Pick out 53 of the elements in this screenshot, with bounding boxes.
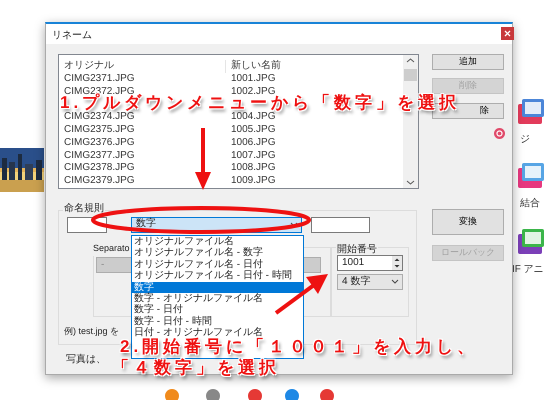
- action-button[interactable]: 変換: [432, 209, 504, 235]
- table-cell-text: CIMG2378.JPG: [63, 162, 136, 176]
- app-icon: [320, 386, 334, 400]
- side-button[interactable]: 追加: [432, 54, 504, 70]
- note-text: 写真は、: [66, 352, 106, 367]
- annotation-text: 「４数字」を選択: [112, 359, 280, 377]
- icon-label: IF アニ: [512, 263, 544, 277]
- app-icon: [248, 386, 262, 400]
- start-number-field[interactable]: 1001: [337, 255, 403, 271]
- group-label: 命名規則: [63, 201, 105, 216]
- table-cell-text: CIMG2377.JPG: [63, 150, 136, 162]
- close-icon[interactable]: [501, 27, 514, 40]
- icon-label: ジ: [520, 133, 530, 147]
- app-icon: [516, 160, 546, 190]
- table-cell-text: 1001.JPG: [230, 72, 276, 86]
- dropdown-option[interactable]: 数字: [132, 282, 303, 293]
- dropdown-option[interactable]: オリジナルファイル名 - 日付 - 時間: [132, 270, 303, 282]
- table-cell-text: 1007.JPG: [230, 150, 276, 162]
- example-text: 例) test.jpg を: [64, 325, 120, 338]
- table-cell-text: CIMG2374.JPG: [63, 111, 136, 124]
- table-cell-text: CIMG2371.JPG: [63, 72, 136, 86]
- group-label: Separato: [92, 242, 131, 256]
- app-icon: [165, 386, 179, 400]
- icon-label: 結合: [520, 197, 540, 211]
- app-icon: [285, 386, 299, 400]
- digits-dropdown[interactable]: 4 数字: [337, 274, 403, 290]
- app-icon: [516, 96, 546, 126]
- caret-icon: [391, 279, 399, 285]
- help-icon[interactable]: [494, 128, 505, 139]
- spinner-icon[interactable]: [392, 256, 402, 270]
- app-icon: [516, 226, 546, 256]
- table-cell-text: 1009.JPG: [230, 175, 276, 188]
- table-cell-text: 1006.JPG: [230, 136, 276, 150]
- dropdown-option[interactable]: 数字 - オリジナルファイル名: [132, 292, 303, 304]
- column-header[interactable]: 新しい名前: [225, 60, 281, 73]
- table-cell-text: 1002.JPG: [230, 86, 276, 97]
- table-cell-text: 1004.JPG: [230, 111, 276, 124]
- dropdown-option[interactable]: オリジナルファイル名: [132, 236, 303, 248]
- window-title: リネーム: [52, 29, 92, 43]
- dropdown-option[interactable]: 日付 - オリジナルファイル名: [132, 327, 303, 339]
- table-cell-text: CIMG2379.JPG: [63, 175, 136, 188]
- suffix-field[interactable]: [311, 217, 370, 233]
- dropdown-option[interactable]: オリジナルファイル名 - 日付: [132, 258, 303, 270]
- table-cell-text: CIMG2376.JPG: [63, 136, 136, 150]
- dropdown-option[interactable]: オリジナルファイル名 - 数字: [132, 247, 303, 259]
- dropdown-option[interactable]: 数字 - 日付: [132, 304, 303, 316]
- arrow-icon: [195, 128, 211, 190]
- table-cell-text: 1005.JPG: [230, 124, 276, 137]
- table-cell-text: 1008.JPG: [230, 162, 276, 176]
- column-header[interactable]: オリジナル: [59, 60, 225, 73]
- table-cell-text: CIMG2375.JPG: [63, 124, 136, 137]
- app-icon: [206, 386, 220, 400]
- dropdown-option[interactable]: 数字 - 日付 - 時間: [132, 316, 303, 328]
